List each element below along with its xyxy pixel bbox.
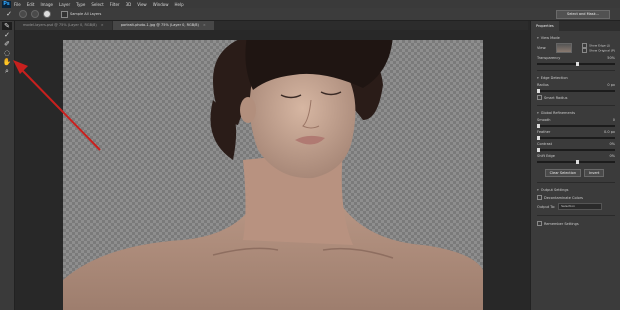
decontaminate-colors-checkbox[interactable]	[537, 195, 542, 200]
chevron-down-icon: ▾	[537, 36, 539, 40]
shift-edge-value[interactable]: 0%	[609, 154, 615, 158]
view-mode-heading: ▾ View Mode	[537, 36, 560, 40]
decontaminate-colors-label: Decontaminate Colors	[544, 195, 583, 200]
contrast-label: Contrast	[537, 142, 552, 146]
clear-selection-button[interactable]: Clear Selection	[544, 169, 582, 177]
panel-tab-properties[interactable]: Properties	[531, 21, 620, 31]
feather-slider[interactable]	[537, 136, 615, 140]
remember-settings-checkbox[interactable]	[537, 221, 542, 226]
show-original-checkbox[interactable]	[582, 48, 588, 53]
slider-thumb[interactable]	[576, 160, 579, 164]
annotation-arrow	[13, 60, 101, 151]
slider-thumb[interactable]	[537, 136, 540, 140]
output-to-select[interactable]: Selection	[558, 203, 603, 210]
radius-label: Radius	[537, 83, 549, 87]
remember-settings-label: Remember Settings	[544, 221, 579, 226]
edge-detection-heading[interactable]: ▾ Edge Detection	[537, 76, 615, 80]
output-to-label: Output To:	[537, 204, 556, 209]
invert-button[interactable]: Invert	[584, 169, 605, 177]
transparency-slider[interactable]	[537, 62, 615, 66]
shift-edge-slider[interactable]	[537, 160, 615, 164]
radius-value[interactable]: 0 px	[607, 83, 615, 87]
radius-slider[interactable]	[537, 89, 615, 93]
smooth-value[interactable]: 0	[613, 118, 615, 122]
smart-radius-label: Smart Radius	[544, 95, 568, 100]
feather-label: Feather	[537, 130, 551, 134]
contrast-slider[interactable]	[537, 148, 615, 152]
smooth-slider[interactable]	[537, 124, 615, 128]
slider-thumb[interactable]	[576, 62, 579, 66]
smooth-label: Smooth	[537, 118, 551, 122]
contrast-value[interactable]: 0%	[609, 142, 615, 146]
shift-edge-label: Shift Edge	[537, 154, 555, 158]
transparency-value[interactable]: 50%	[607, 56, 615, 60]
properties-panel: Properties ▾ View Mode View: Show Edge (J…	[530, 21, 620, 310]
slider-thumb[interactable]	[537, 148, 540, 152]
transparency-label: Transparency	[537, 56, 561, 60]
slider-thumb[interactable]	[537, 89, 540, 93]
feather-value[interactable]: 0.0 px	[604, 130, 615, 134]
global-refinements-heading[interactable]: ▾ Global Refinements	[537, 111, 615, 115]
smart-radius-checkbox[interactable]	[537, 95, 542, 100]
view-mode-picker[interactable]	[556, 43, 573, 53]
output-settings-heading[interactable]: ▾ Output Settings	[537, 188, 615, 192]
view-label: View:	[537, 46, 547, 50]
panel-title: Properties	[531, 21, 559, 31]
slider-thumb[interactable]	[537, 124, 540, 128]
